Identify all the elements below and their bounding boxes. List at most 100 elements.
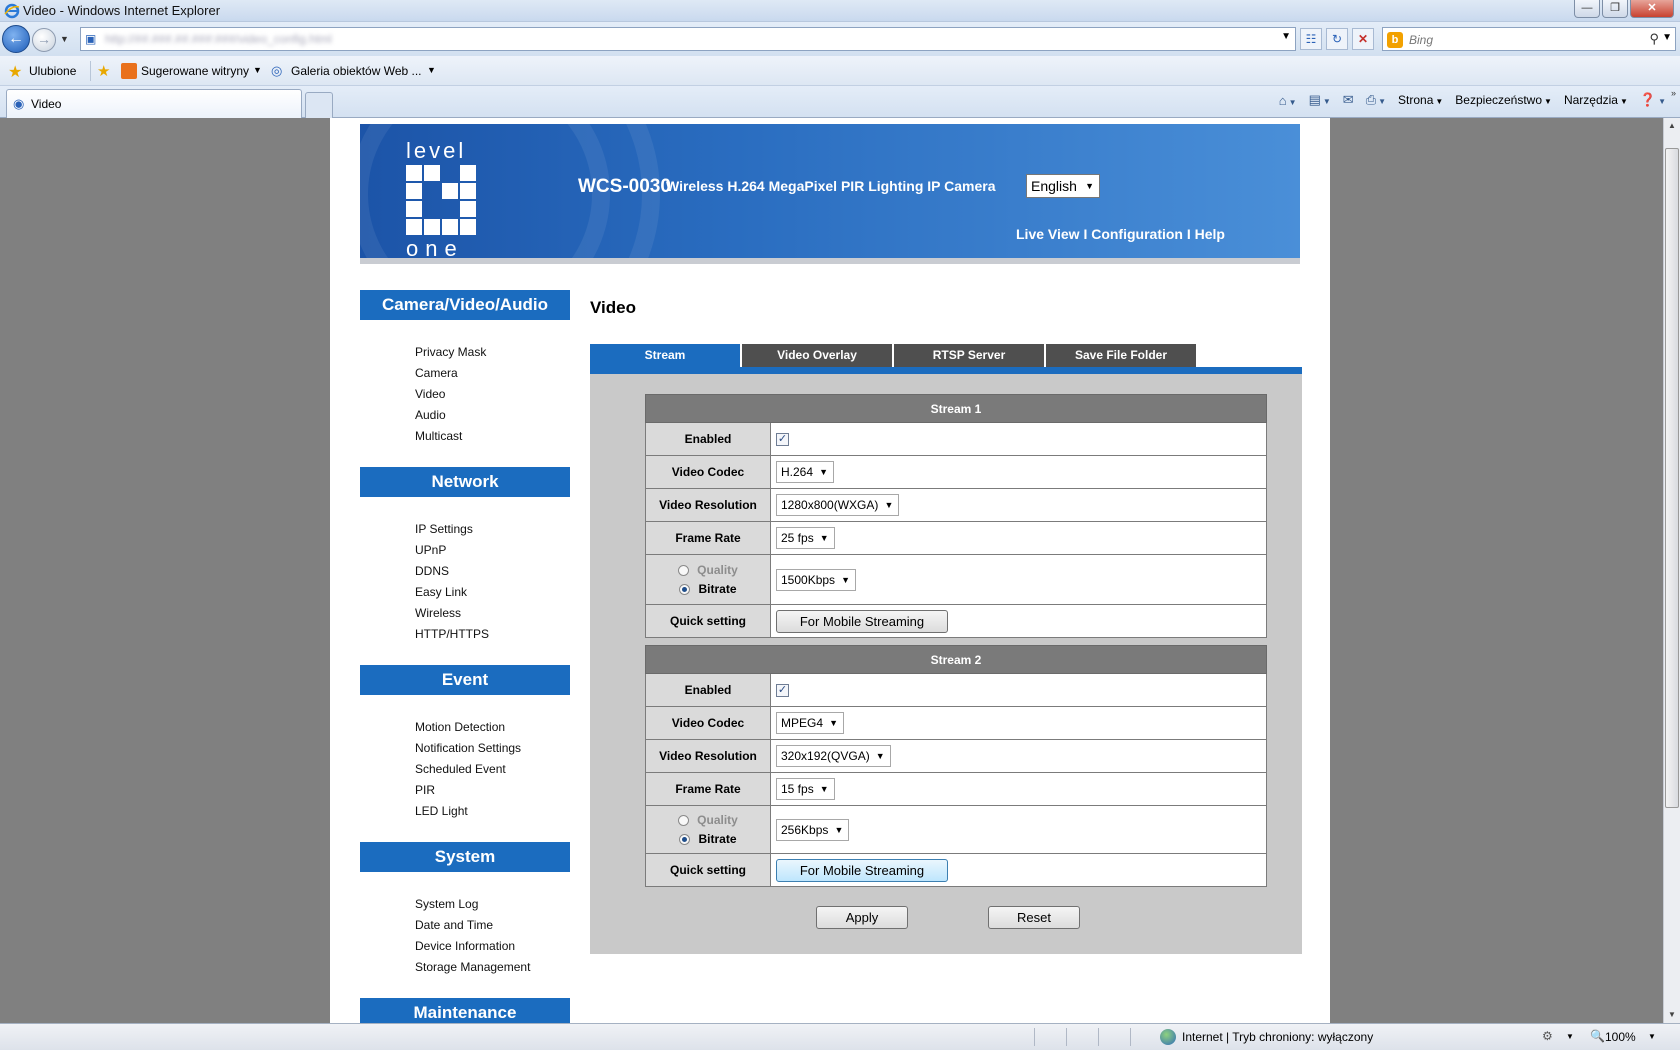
- protected-mode-icon[interactable]: ⚙: [1542, 1029, 1553, 1043]
- stream2-bitrate-select[interactable]: 256Kbps ▼: [776, 818, 850, 841]
- zoom-level[interactable]: 100%: [1605, 1030, 1636, 1044]
- forward-button[interactable]: →: [32, 28, 56, 52]
- history-dropdown-icon[interactable]: ▼: [60, 34, 69, 44]
- close-window-button[interactable]: ✕: [1630, 0, 1674, 18]
- sidebar-item[interactable]: Date and Time: [415, 915, 570, 936]
- stream2-codec-select[interactable]: MPEG4 ▼: [776, 712, 845, 734]
- sidebar-item[interactable]: Storage Management: [415, 957, 570, 978]
- sidebar-item[interactable]: DDNS: [415, 561, 570, 582]
- sidebar-section-header[interactable]: Network: [360, 467, 570, 497]
- stream1-quality-radio[interactable]: Quality: [646, 561, 770, 580]
- minimize-button[interactable]: —: [1574, 0, 1600, 18]
- language-select[interactable]: English ▼: [1026, 174, 1100, 198]
- search-box[interactable]: b Bing ⚲ ▼: [1382, 27, 1676, 51]
- stream1-bitrate-select[interactable]: 1500Kbps ▼: [776, 568, 857, 591]
- compatibility-view-icon[interactable]: ☷: [1300, 28, 1322, 50]
- sidebar-section-header[interactable]: Camera/Video/Audio: [360, 290, 570, 320]
- print-icon[interactable]: ⎙ ▼: [1366, 92, 1386, 108]
- help-icon[interactable]: ❓ ▼: [1640, 92, 1666, 108]
- tab-rtsp-server[interactable]: RTSP Server: [894, 344, 1044, 367]
- scroll-down-icon[interactable]: ▼: [1664, 1007, 1680, 1023]
- page-menu[interactable]: Strona ▼: [1398, 93, 1443, 107]
- sidebar-item[interactable]: Multicast: [415, 426, 570, 447]
- tab-video-overlay[interactable]: Video Overlay: [742, 344, 892, 367]
- scroll-thumb[interactable]: [1665, 148, 1679, 808]
- sidebar-section-header[interactable]: Maintenance: [360, 998, 570, 1023]
- sidebar-item[interactable]: Device Information: [415, 936, 570, 957]
- sidebar: Camera/Video/Audio Privacy Mask Camera Vide…: [360, 290, 570, 1023]
- stop-icon[interactable]: ✕: [1352, 28, 1374, 50]
- stream1-framerate-select[interactable]: 25 fps ▼: [776, 527, 835, 549]
- sidebar-item[interactable]: Wireless: [415, 603, 570, 624]
- stream2-resolution-select[interactable]: 320x192(QVGA) ▼: [776, 745, 891, 767]
- enabled-label: Enabled: [645, 673, 771, 707]
- chevron-down-icon[interactable]: ▼: [1648, 1032, 1656, 1041]
- chevron-down-icon[interactable]: ▼: [253, 65, 262, 75]
- sidebar-section-header[interactable]: System: [360, 842, 570, 872]
- device-description: Wireless H.264 MegaPixel PIR Lighting IP…: [666, 178, 996, 194]
- search-dropdown-icon[interactable]: ▼: [1662, 32, 1672, 43]
- add-favorite-icon[interactable]: ★: [97, 62, 110, 80]
- home-icon[interactable]: ⌂ ▼: [1279, 93, 1297, 108]
- favorites-button[interactable]: Ulubione: [29, 64, 76, 78]
- search-icon[interactable]: ⚲: [1649, 31, 1659, 47]
- camera-config-page: level one WCS-0030 Wireless H.264 MegaPi…: [330, 118, 1330, 1023]
- stream2-bitrate-radio[interactable]: Bitrate: [646, 830, 770, 849]
- sidebar-item[interactable]: UPnP: [415, 540, 570, 561]
- stream2-mobile-streaming-button[interactable]: For Mobile Streaming: [776, 858, 948, 882]
- stream2-framerate-select[interactable]: 15 fps ▼: [776, 778, 835, 800]
- scroll-up-icon[interactable]: ▲: [1664, 118, 1680, 134]
- reset-button[interactable]: Reset: [988, 906, 1080, 929]
- expand-chevron-icon[interactable]: »: [1671, 88, 1676, 98]
- browser-tab-video[interactable]: ◉ Video: [6, 89, 302, 118]
- vertical-scrollbar[interactable]: ▲ ▼: [1663, 118, 1680, 1023]
- sidebar-item[interactable]: Motion Detection: [415, 717, 570, 738]
- sidebar-item[interactable]: Notification Settings: [415, 738, 570, 759]
- divider: [1130, 1028, 1131, 1046]
- tab-save-file-folder[interactable]: Save File Folder: [1046, 344, 1196, 367]
- feeds-icon[interactable]: ▤ ▼: [1309, 92, 1331, 108]
- stream1-resolution-select[interactable]: 1280x800(WXGA) ▼: [776, 494, 900, 516]
- sidebar-item[interactable]: IP Settings: [415, 519, 570, 540]
- sidebar-item[interactable]: PIR: [415, 780, 570, 801]
- header-banner: level one WCS-0030 Wireless H.264 MegaPi…: [360, 124, 1300, 264]
- chevron-down-icon[interactable]: ▼: [1566, 1032, 1574, 1041]
- sidebar-item[interactable]: Privacy Mask: [415, 342, 570, 363]
- search-placeholder: Bing: [1409, 33, 1434, 47]
- internet-zone-icon: [1160, 1029, 1176, 1045]
- restore-button[interactable]: ❐: [1602, 0, 1628, 18]
- suggested-sites-link[interactable]: Sugerowane witryny: [141, 64, 249, 78]
- tools-menu[interactable]: Narzędzia ▼: [1564, 93, 1628, 107]
- sidebar-item[interactable]: Scheduled Event: [415, 759, 570, 780]
- sidebar-item[interactable]: System Log: [415, 894, 570, 915]
- sidebar-section-header[interactable]: Event: [360, 665, 570, 695]
- new-tab-button[interactable]: [305, 92, 333, 118]
- sidebar-item[interactable]: Easy Link: [415, 582, 570, 603]
- apply-button[interactable]: Apply: [816, 906, 908, 929]
- stream1-bitrate-radio[interactable]: Bitrate: [646, 580, 770, 599]
- safety-menu[interactable]: Bezpieczeństwo ▼: [1455, 93, 1552, 107]
- sidebar-item[interactable]: Video: [415, 384, 570, 405]
- sidebar-item[interactable]: HTTP/HTTPS: [415, 624, 570, 645]
- address-bar[interactable]: ▣ http://##.###.##.###:###/video_config.…: [80, 27, 1296, 51]
- stream2-enabled-checkbox[interactable]: ✓: [776, 684, 789, 698]
- back-button[interactable]: ←: [2, 25, 30, 53]
- window-title: Video - Windows Internet Explorer: [23, 3, 221, 18]
- resolution-label: Video Resolution: [645, 488, 771, 522]
- sidebar-item[interactable]: Audio: [415, 405, 570, 426]
- stream1-enabled-checkbox[interactable]: ✓: [776, 433, 789, 447]
- address-dropdown-icon[interactable]: ▼: [1281, 31, 1291, 42]
- sidebar-item[interactable]: Camera: [415, 363, 570, 384]
- stream2-quality-radio[interactable]: Quality: [646, 811, 770, 830]
- chevron-down-icon[interactable]: ▼: [427, 65, 436, 75]
- web-slice-gallery-link[interactable]: Galeria obiektów Web ...: [291, 64, 422, 78]
- quick-setting-label: Quick setting: [645, 853, 771, 887]
- stream1-mobile-streaming-button[interactable]: For Mobile Streaming: [776, 609, 948, 633]
- stream1-codec-select[interactable]: H.264 ▼: [776, 461, 835, 483]
- codec-label: Video Codec: [645, 706, 771, 740]
- refresh-icon[interactable]: ↻: [1326, 28, 1348, 50]
- sidebar-item[interactable]: LED Light: [415, 801, 570, 822]
- mail-icon[interactable]: ✉: [1343, 92, 1354, 108]
- tab-stream[interactable]: Stream: [590, 344, 740, 367]
- top-nav-links[interactable]: Live View I Configuration I Help: [1016, 226, 1225, 242]
